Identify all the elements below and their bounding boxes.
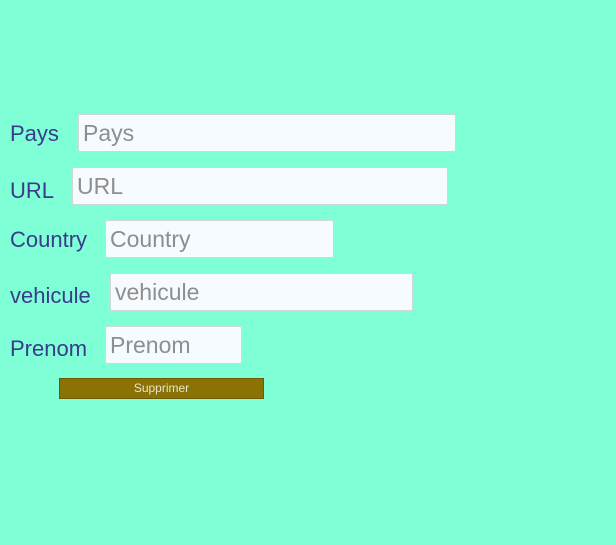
supprimer-button[interactable]: Supprimer — [59, 378, 264, 399]
pays-input[interactable] — [78, 114, 456, 152]
vehicule-input[interactable] — [110, 273, 413, 311]
prenom-label: Prenom — [10, 336, 88, 361]
country-label: Country — [10, 227, 88, 252]
url-label: URL — [10, 178, 55, 203]
pays-label: Pays — [10, 121, 59, 146]
vehicule-label: vehicule — [10, 283, 91, 308]
prenom-input[interactable] — [105, 326, 242, 364]
country-input[interactable] — [105, 220, 334, 258]
url-input[interactable] — [72, 167, 448, 205]
